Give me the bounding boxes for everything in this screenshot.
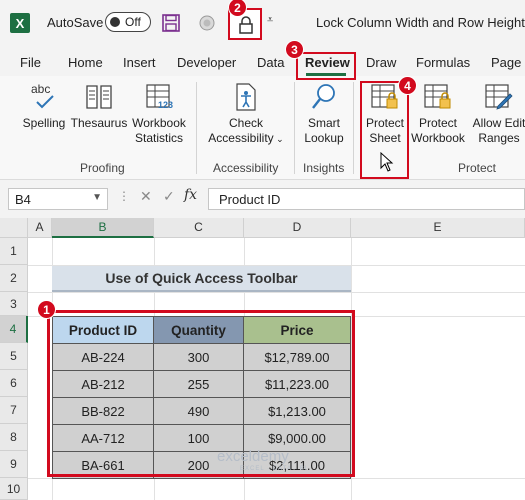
spelling-button[interactable]: abc Spelling [20, 82, 68, 131]
accessibility-group-label: Accessibility [213, 161, 279, 175]
column-header-e[interactable]: E [351, 218, 525, 238]
tab-formulas[interactable]: Formulas [416, 55, 470, 70]
customize-qat-icon[interactable]: ⩡ [267, 14, 273, 27]
row-header-4[interactable]: 4 [0, 316, 28, 343]
chevron-down-icon[interactable]: ▼ [92, 192, 102, 203]
ribbon-separator [353, 82, 354, 174]
name-box[interactable]: B4 ▼ [8, 188, 108, 210]
insert-function-icon[interactable]: fx [184, 187, 197, 203]
smart-lookup-button[interactable]: Smart Lookup [300, 82, 348, 146]
row-header-3[interactable]: 3 [0, 292, 28, 316]
row-header-8[interactable]: 8 [0, 424, 28, 451]
workbook-statistics-button[interactable]: 123 Workbook Statistics [129, 82, 189, 146]
row-header-5[interactable]: 5 [0, 343, 28, 370]
ribbon-body: abc Spelling Thesaurus 123 Workbook Stat… [0, 76, 525, 180]
protect-workbook-button[interactable]: Protect Workbook [410, 82, 466, 146]
protect-group-label: Protect [458, 161, 497, 175]
ribbon-tabs: File Home Insert Developer Data Review D… [0, 46, 525, 76]
proofing-group-label: Proofing [80, 161, 125, 175]
row-header-10[interactable]: 10 [0, 478, 28, 500]
protect-workbook-icon [424, 84, 451, 109]
thesaurus-button[interactable]: Thesaurus [69, 82, 129, 131]
allow-edit-ranges-button[interactable]: Allow Edit Ranges [468, 82, 525, 146]
autosave-state: Off [125, 15, 141, 29]
formula-input[interactable]: Product ID [208, 188, 525, 210]
ribbon-separator [196, 82, 197, 174]
step-badge-1: 1 [37, 300, 56, 319]
column-header-d[interactable]: D [244, 218, 351, 238]
check-accessibility-button[interactable]: Check Accessibility ⌄ [203, 82, 289, 147]
tab-page[interactable]: Page [491, 55, 521, 70]
step-badge-3: 3 [285, 40, 304, 59]
row-header-2[interactable]: 2 [0, 265, 28, 292]
ribbon-separator [294, 82, 295, 174]
accessibility-icon [236, 83, 256, 111]
gridline [28, 292, 525, 293]
column-header-a[interactable]: A [28, 218, 52, 238]
step-badge-4: 4 [398, 76, 417, 95]
workbook-statistics-icon: 123 [144, 82, 174, 112]
column-header-b[interactable]: B [52, 218, 154, 238]
sheet-title-cell[interactable]: Use of Quick Access Toolbar [52, 266, 351, 292]
window-title: Lock Column Width and Row Height [316, 15, 525, 30]
row-header-7[interactable]: 7 [0, 397, 28, 424]
column-header-c[interactable]: C [154, 218, 244, 238]
autosave-toggle[interactable]: Off [105, 12, 151, 32]
more-icon: ⋮ [118, 189, 130, 203]
row-header-6[interactable]: 6 [0, 370, 28, 397]
title-bar: X AutoSave Off ⩡ Lock Column Width and R… [0, 0, 525, 46]
tab-developer[interactable]: Developer [177, 55, 236, 70]
formula-bar: B4 ▼ ⋮ ✕ ✓ fx Product ID [0, 180, 525, 218]
enter-icon[interactable]: ✓ [163, 188, 175, 205]
chevron-down-icon: ⌄ [273, 134, 284, 144]
row-header-1[interactable]: 1 [0, 238, 28, 265]
insights-group-label: Insights [303, 161, 345, 175]
toggle-knob [110, 17, 120, 27]
mouse-cursor-icon [380, 152, 394, 172]
lock-icon [239, 16, 253, 34]
select-all-button[interactable] [0, 218, 28, 238]
autosave-label: AutoSave [47, 15, 104, 30]
search-icon [312, 84, 335, 109]
active-tab-indicator [306, 73, 346, 76]
cancel-icon[interactable]: ✕ [140, 188, 152, 205]
tab-insert[interactable]: Insert [123, 55, 156, 70]
thesaurus-icon [86, 85, 112, 109]
excel-app-icon: X [10, 13, 30, 33]
spelling-icon: abc [27, 82, 61, 112]
save-icon[interactable] [162, 14, 180, 32]
table-highlight [47, 310, 355, 477]
worksheet-grid: A B C D E 1 2 3 4 5 6 7 8 9 10 Use of Qu… [0, 218, 525, 500]
row-header-9[interactable]: 9 [0, 451, 28, 478]
autosave-circle-icon[interactable] [198, 14, 216, 32]
allow-edit-ranges-icon [485, 84, 513, 110]
tab-file[interactable]: File [20, 55, 41, 70]
tab-home[interactable]: Home [68, 55, 103, 70]
tab-draw[interactable]: Draw [366, 55, 396, 70]
tab-data[interactable]: Data [257, 55, 284, 70]
